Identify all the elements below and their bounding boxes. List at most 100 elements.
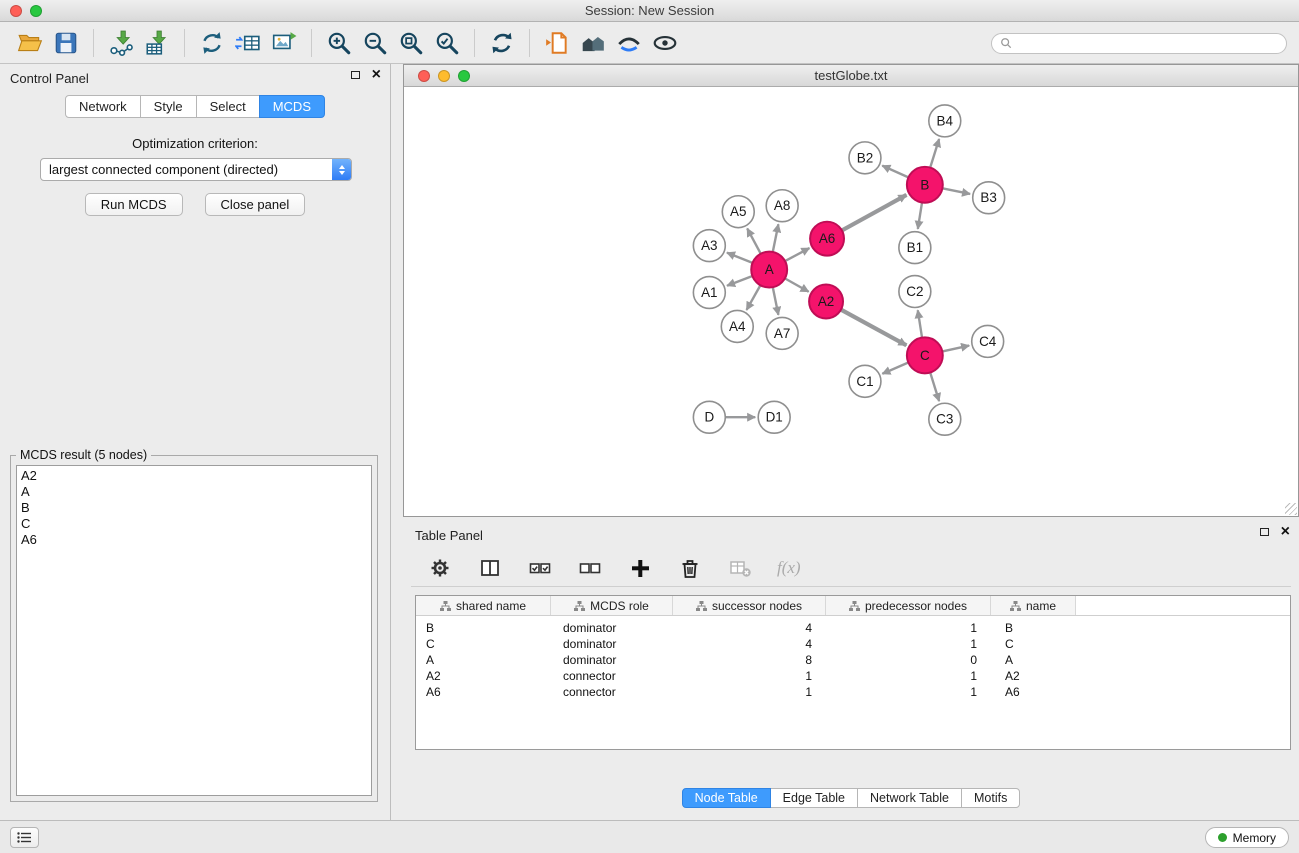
network-view[interactable]: B4 B2 B B3 A5 A8 A6 B1 A3 A A1 A2 C2 A4 A7 C4 C C1 C3 D D1 bbox=[404, 87, 1298, 516]
network-edge-A-A8[interactable] bbox=[773, 224, 779, 252]
result-item[interactable]: A2 bbox=[17, 468, 371, 484]
zoom-selected-button[interactable] bbox=[429, 26, 465, 60]
new-network-from-table-button[interactable] bbox=[230, 26, 266, 60]
function-builder-button[interactable]: f(x) bbox=[777, 554, 801, 582]
search-field[interactable] bbox=[991, 33, 1287, 54]
close-window-button[interactable] bbox=[10, 5, 22, 17]
network-node-C[interactable]: C bbox=[907, 337, 943, 373]
show-columns-button[interactable] bbox=[477, 554, 503, 582]
network-edge-A-A3[interactable] bbox=[727, 253, 753, 263]
network-canvas[interactable]: B4 B2 B B3 A5 A8 A6 B1 A3 A A1 A2 C2 A4 A7 C4 C C1 C3 D D1 bbox=[404, 87, 1298, 516]
network-node-D1[interactable]: D1 bbox=[758, 401, 790, 433]
tab-style[interactable]: Style bbox=[140, 95, 197, 118]
minimize-window-button[interactable] bbox=[438, 70, 450, 82]
close-panel-icon[interactable]: × bbox=[1281, 527, 1290, 537]
network-edge-C-C3[interactable] bbox=[930, 373, 939, 402]
tab-mcds[interactable]: MCDS bbox=[259, 95, 325, 118]
refresh-view-button[interactable] bbox=[484, 26, 520, 60]
column-header-name[interactable]: name bbox=[991, 596, 1076, 615]
network-edge-C-C1[interactable] bbox=[882, 363, 908, 374]
network-node-B1[interactable]: B1 bbox=[899, 232, 931, 264]
network-node-A7[interactable]: A7 bbox=[766, 317, 798, 349]
network-edge-A6-B[interactable] bbox=[842, 195, 907, 231]
network-overview-button[interactable] bbox=[575, 26, 611, 60]
network-edge-A-A5[interactable] bbox=[747, 228, 761, 253]
optimization-criterion-select[interactable]: largest connected component (directed) bbox=[40, 158, 352, 181]
network-edge-A-A2[interactable] bbox=[785, 278, 809, 291]
open-session-button[interactable] bbox=[12, 26, 48, 60]
show-panel-list-button[interactable] bbox=[10, 827, 39, 848]
clone-network-button[interactable] bbox=[194, 26, 230, 60]
table-row[interactable]: A6connector11A6 bbox=[416, 684, 1290, 700]
column-header-shared-name[interactable]: shared name bbox=[416, 596, 551, 615]
memory-button[interactable]: Memory bbox=[1205, 827, 1289, 848]
network-node-A[interactable]: A bbox=[751, 252, 787, 288]
network-node-A1[interactable]: A1 bbox=[693, 277, 725, 309]
column-header-MCDS-role[interactable]: MCDS role bbox=[551, 596, 673, 615]
search-input[interactable] bbox=[1017, 36, 1278, 50]
network-node-B[interactable]: B bbox=[907, 167, 943, 203]
deselect-all-rows-button[interactable] bbox=[577, 554, 603, 582]
zoom-in-button[interactable] bbox=[321, 26, 357, 60]
zoom-window-button[interactable] bbox=[458, 70, 470, 82]
result-item[interactable]: A6 bbox=[17, 532, 371, 548]
network-node-A6[interactable]: A6 bbox=[810, 222, 844, 256]
delete-table-button[interactable] bbox=[727, 554, 753, 582]
hide-panels-button[interactable] bbox=[647, 26, 683, 60]
network-node-A5[interactable]: A5 bbox=[722, 196, 754, 228]
float-panel-icon[interactable] bbox=[351, 71, 360, 79]
network-node-C4[interactable]: C4 bbox=[972, 325, 1004, 357]
table-row[interactable]: Cdominator41C bbox=[416, 636, 1290, 652]
float-panel-icon[interactable] bbox=[1260, 528, 1269, 536]
column-header-predecessor-nodes[interactable]: predecessor nodes bbox=[826, 596, 991, 615]
network-node-A4[interactable]: A4 bbox=[721, 310, 753, 342]
network-edge-B-B1[interactable] bbox=[918, 203, 922, 229]
network-edge-A-A4[interactable] bbox=[747, 285, 761, 310]
network-node-B3[interactable]: B3 bbox=[973, 182, 1005, 214]
table-row[interactable]: Bdominator41B bbox=[416, 620, 1290, 636]
close-window-button[interactable] bbox=[418, 70, 430, 82]
import-from-database-button[interactable] bbox=[539, 26, 575, 60]
tab-network[interactable]: Network bbox=[65, 95, 141, 118]
network-node-B2[interactable]: B2 bbox=[849, 142, 881, 174]
close-panel-icon[interactable]: × bbox=[372, 70, 381, 80]
network-node-D[interactable]: D bbox=[693, 401, 725, 433]
network-node-B4[interactable]: B4 bbox=[929, 105, 961, 137]
table-tab-network-table[interactable]: Network Table bbox=[857, 788, 962, 808]
zoom-out-button[interactable] bbox=[357, 26, 393, 60]
network-edge-B-B2[interactable] bbox=[882, 166, 908, 178]
export-image-button[interactable] bbox=[266, 26, 302, 60]
import-table-from-file-button[interactable] bbox=[139, 26, 175, 60]
resize-grip[interactable] bbox=[1285, 503, 1297, 515]
table-tab-edge-table[interactable]: Edge Table bbox=[770, 788, 858, 808]
zoom-fit-button[interactable] bbox=[393, 26, 429, 60]
save-session-button[interactable] bbox=[48, 26, 84, 60]
mcds-result-list[interactable]: A2ABCA6 bbox=[16, 465, 372, 796]
delete-columns-button[interactable] bbox=[677, 554, 703, 582]
network-node-C2[interactable]: C2 bbox=[899, 276, 931, 308]
create-column-button[interactable] bbox=[627, 554, 653, 582]
zoom-window-button[interactable] bbox=[30, 5, 42, 17]
result-item[interactable]: C bbox=[17, 516, 371, 532]
network-node-A3[interactable]: A3 bbox=[693, 230, 725, 262]
network-edge-A-A7[interactable] bbox=[773, 287, 779, 315]
table-row[interactable]: A2connector11A2 bbox=[416, 668, 1290, 684]
network-node-C1[interactable]: C1 bbox=[849, 365, 881, 397]
network-edge-A-A6[interactable] bbox=[785, 248, 809, 261]
table-tab-node-table[interactable]: Node Table bbox=[682, 788, 771, 808]
network-edge-C-C2[interactable] bbox=[918, 310, 922, 337]
import-network-from-file-button[interactable] bbox=[103, 26, 139, 60]
table-tab-motifs[interactable]: Motifs bbox=[961, 788, 1020, 808]
result-item[interactable]: A bbox=[17, 484, 371, 500]
network-node-A8[interactable]: A8 bbox=[766, 190, 798, 222]
network-edge-A-A1[interactable] bbox=[727, 276, 752, 286]
network-node-A2[interactable]: A2 bbox=[809, 285, 843, 319]
network-edge-C-C4[interactable] bbox=[942, 346, 969, 352]
table-mode-button[interactable] bbox=[427, 554, 453, 582]
network-node-C3[interactable]: C3 bbox=[929, 403, 961, 435]
select-all-rows-button[interactable] bbox=[527, 554, 553, 582]
network-edge-B-B4[interactable] bbox=[930, 139, 939, 168]
run-mcds-button[interactable]: Run MCDS bbox=[85, 193, 183, 216]
tab-select[interactable]: Select bbox=[196, 95, 260, 118]
column-header-successor-nodes[interactable]: successor nodes bbox=[673, 596, 826, 615]
